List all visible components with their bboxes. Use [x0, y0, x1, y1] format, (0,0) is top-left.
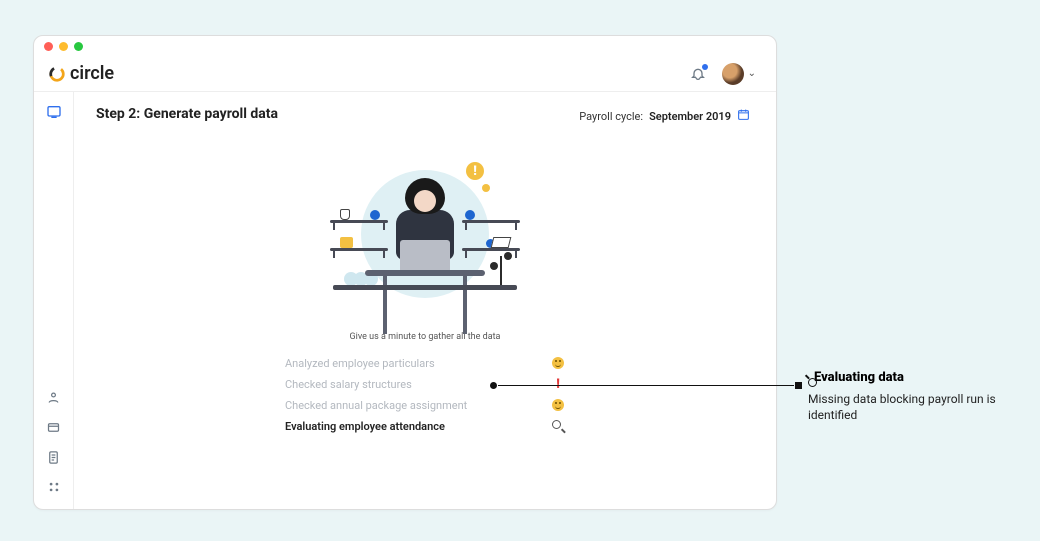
- status-ok-icon: [551, 398, 565, 412]
- progress-checklist: Analyzed employee particulars Checked sa…: [285, 356, 565, 433]
- illustration-caption: Give us a minute to gather all the data: [96, 332, 754, 342]
- payroll-cycle-value: September 2019: [649, 110, 731, 123]
- annotation-callout: Evaluating data Missing data blocking pa…: [808, 370, 1018, 423]
- brand-logo-icon: [48, 65, 66, 83]
- annotation-body: Missing data blocking payroll run is ide…: [808, 391, 1018, 423]
- sidebar-item-apps[interactable]: [46, 479, 62, 495]
- chevron-down-icon: ⌄: [748, 68, 756, 79]
- payroll-cycle: Payroll cycle: September 2019: [579, 108, 750, 124]
- status-loading-icon: [551, 419, 565, 433]
- check-row: Checked salary structures !: [285, 377, 565, 391]
- window-titlebar: [34, 36, 776, 56]
- check-row: Checked annual package assignment: [285, 398, 565, 412]
- check-row: Evaluating employee attendance: [285, 419, 565, 433]
- illustration: !: [310, 136, 540, 326]
- check-label: Checked annual package assignment: [285, 399, 467, 412]
- brand-name: circle: [70, 63, 114, 84]
- status-warning-icon: !: [551, 377, 565, 391]
- window-close-icon[interactable]: [44, 42, 53, 51]
- status-ok-icon: [551, 356, 565, 370]
- app-window: circle ⌄: [33, 35, 777, 510]
- sidebar-item-dashboard[interactable]: [46, 104, 62, 120]
- topbar: circle ⌄: [34, 56, 776, 92]
- check-label: Analyzed employee particulars: [285, 357, 435, 370]
- sidebar-item-documents[interactable]: [46, 449, 62, 465]
- notifications-badge-icon: [702, 64, 708, 70]
- window-zoom-icon[interactable]: [74, 42, 83, 51]
- annotation-title: Evaluating data: [814, 370, 904, 385]
- sidebar: [34, 92, 74, 509]
- check-row: Analyzed employee particulars: [285, 356, 565, 370]
- check-label: Checked salary structures: [285, 378, 412, 391]
- sidebar-item-inbox[interactable]: [46, 419, 62, 435]
- sidebar-item-people[interactable]: [46, 389, 62, 405]
- window-minimize-icon[interactable]: [59, 42, 68, 51]
- step-title: Step 2: Generate payroll data: [96, 106, 278, 122]
- payroll-cycle-label: Payroll cycle:: [579, 110, 643, 123]
- brand[interactable]: circle: [48, 63, 114, 84]
- main-content: Step 2: Generate payroll data Payroll cy…: [74, 92, 776, 509]
- check-label: Evaluating employee attendance: [285, 420, 445, 433]
- annotation-leader-line: [490, 385, 802, 387]
- user-menu[interactable]: ⌄: [722, 63, 756, 85]
- notifications-button[interactable]: [690, 66, 706, 82]
- avatar: [722, 63, 744, 85]
- calendar-icon[interactable]: [737, 108, 750, 124]
